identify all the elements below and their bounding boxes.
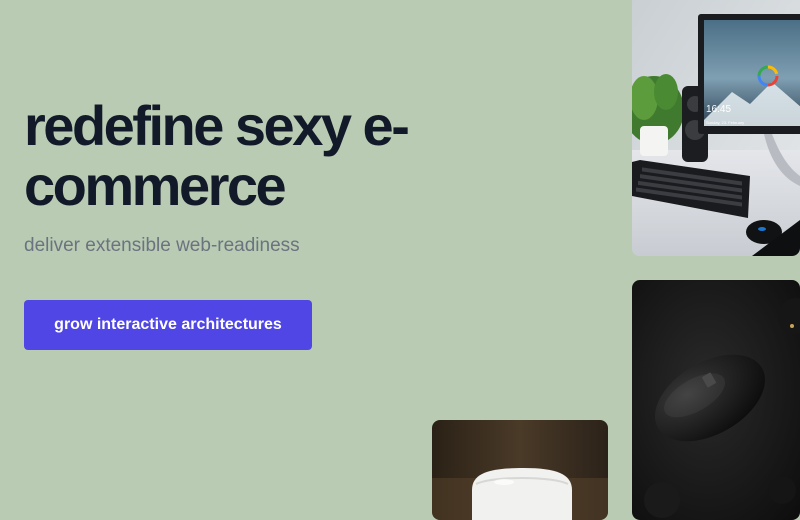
black-mouse-photo xyxy=(632,280,800,520)
white-earbuds-case-photo xyxy=(432,420,608,520)
hero-subheadline: deliver extensible web-readiness xyxy=(24,235,300,256)
hero-headline: redefine sexy e-commerce xyxy=(24,94,410,217)
monitor-date: Sunday, 23. February xyxy=(706,120,744,125)
hero-text-block: redefine sexy e-commerce deliver extensi… xyxy=(24,96,524,259)
cta-button[interactable]: grow interactive architectures xyxy=(24,300,312,350)
monitor-clock: 16:45 xyxy=(706,104,731,115)
desk-monitor-keyboard-photo: 16:45 Sunday, 23. February xyxy=(632,0,800,256)
